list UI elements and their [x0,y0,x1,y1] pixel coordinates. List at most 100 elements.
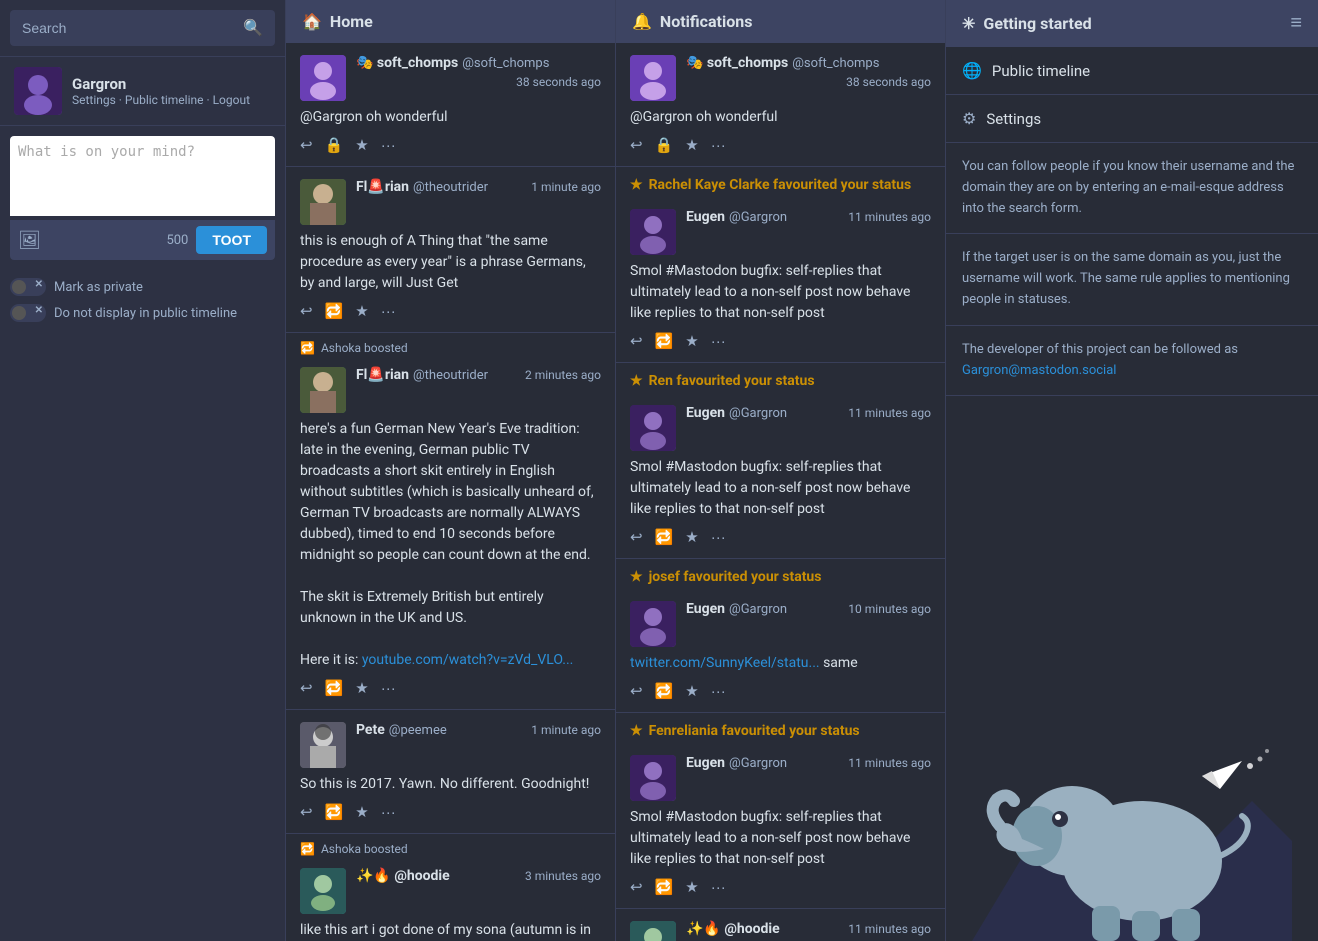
lock-button[interactable]: 🔒 [325,136,344,154]
status-time: 1 minute ago [531,723,601,737]
avatar [300,722,346,768]
compose-textarea[interactable] [10,136,275,216]
reply-button[interactable]: ↩ [630,528,643,546]
home-icon: 🏠 [302,12,322,31]
logout-link[interactable]: Logout [213,93,250,107]
avatar [300,367,346,413]
star-button[interactable]: ★ [685,332,698,350]
search-button[interactable]: 🔍 [243,18,263,38]
star-button[interactable]: ★ [685,878,698,896]
more-button[interactable]: ··· [381,680,396,697]
no-public-toggle[interactable]: ✕ [10,304,46,322]
status-item: Fl🚨rian @theoutrider 2 minutes ago here'… [286,355,615,710]
hamburger-menu-button[interactable]: ≡ [1290,12,1302,35]
notifications-icon: 🔔 [632,12,652,31]
more-button[interactable]: ··· [381,137,396,154]
reply-button[interactable]: ↩ [300,803,313,821]
boost-button[interactable]: 🔁 [325,803,344,821]
more-button[interactable]: ··· [711,879,726,896]
lock-button[interactable]: 🔒 [655,136,674,154]
more-button[interactable]: ··· [711,333,726,350]
user-avatar [14,67,62,115]
status-content: here's a fun German New Year's Eve tradi… [300,419,601,671]
boost-button[interactable]: 🔁 [655,332,674,350]
fav-notification: ★ Fenreliania favourited your status [616,713,945,743]
home-column-header: 🏠 Home [286,0,615,43]
status-meta: Eugen @Gargron 11 minutes ago [686,755,931,771]
display-name: Eugen [686,209,725,225]
status-content: twitter.com/SunnyKeel/statu... same [630,653,931,674]
status-actions: ↩ 🔒 ★ ··· [630,136,931,154]
star-button[interactable]: ★ [355,302,368,320]
star-button[interactable]: ★ [355,136,368,154]
boost-icon: 🔁 [300,341,315,355]
status-content: Smol #Mastodon bugfix: self-replies that… [630,261,931,324]
star-button[interactable]: ★ [685,136,698,154]
notification-item: Eugen @Gargron 11 minutes ago Smol #Mast… [616,393,945,559]
reply-button[interactable]: ↩ [630,878,643,896]
notification-item: Eugen @Gargron 10 minutes ago twitter.co… [616,589,945,713]
star-button[interactable]: ★ [355,803,368,821]
help-text-2: If the target user is on the same domain… [946,234,1318,325]
attach-image-button[interactable]: 🖼 [18,230,41,251]
toot-button[interactable]: TOOT [196,226,267,254]
status-header: ✨🔥 @hoodie 3 minutes ago [300,868,601,914]
settings-nav-item[interactable]: ⚙ Settings [946,95,1318,143]
star-button[interactable]: ★ [685,528,698,546]
display-name: Pete [356,722,385,738]
more-button[interactable]: ··· [381,804,396,821]
char-count: 500 [166,233,188,248]
settings-link[interactable]: Settings [72,93,116,107]
status-time: 2 minutes ago [525,368,601,382]
compose-options: ✕ Mark as private ✕ Do not display in pu… [0,270,285,338]
reply-button[interactable]: ↩ [300,679,313,697]
status-header: Eugen @Gargron 11 minutes ago [630,755,931,801]
fav-label: josef favourited your status [649,569,822,585]
notifications-header: 🔔 Notifications [616,0,945,43]
boost-button[interactable]: 🔁 [325,679,344,697]
boost-button[interactable]: 🔁 [325,302,344,320]
boost-label: 🔁 Ashoka boosted [286,834,615,856]
link[interactable]: youtube.com/watch?v=zVd_VLO... [362,652,574,668]
avatar [300,179,346,225]
reply-button[interactable]: ↩ [300,302,313,320]
mark-private-toggle[interactable]: ✕ [10,278,46,296]
developer-link[interactable]: Gargron@mastodon.social [962,363,1116,378]
handle: @Gargron [729,210,787,225]
more-button[interactable]: ··· [711,137,726,154]
display-name: 🎭 soft_chomps [686,55,788,71]
fav-notification: ★ Ren favourited your status [616,363,945,393]
search-bar: 🔍 [10,10,275,46]
boost-button[interactable]: 🔁 [655,528,674,546]
star-button[interactable]: ★ [685,682,698,700]
more-button[interactable]: ··· [711,529,726,546]
status-name-line: Eugen @Gargron 11 minutes ago [686,755,931,771]
status-time: 11 minutes ago [848,922,931,936]
status-content: Smol #Mastodon bugfix: self-replies that… [630,457,931,520]
status-name-line: Fl🚨rian @theoutrider 1 minute ago [356,179,601,195]
boost-button[interactable]: 🔁 [655,682,674,700]
link[interactable]: twitter.com/SunnyKeel/statu... [630,655,820,671]
reply-button[interactable]: ↩ [300,136,313,154]
reply-button[interactable]: ↩ [630,682,643,700]
status-item: ✨🔥 @hoodie 3 minutes ago like this art i… [286,856,615,941]
status-meta: ✨🔥 @hoodie 3 minutes ago [356,868,601,884]
reply-button[interactable]: ↩ [630,136,643,154]
more-button[interactable]: ··· [381,303,396,320]
boost-button[interactable]: 🔁 [655,878,674,896]
public-timeline-link[interactable]: Public timeline [125,93,204,107]
status-time: 11 minutes ago [848,406,931,420]
display-name: ✨🔥 @hoodie [356,868,450,884]
reply-button[interactable]: ↩ [630,332,643,350]
search-input[interactable] [22,20,243,36]
notification-item: 🎭 soft_chomps @soft_chomps 38 seconds ag… [616,43,945,167]
status-actions: ↩ 🔁 ★ ··· [300,679,601,697]
status-item: Pete @peemee 1 minute ago So this is 201… [286,710,615,834]
avatar [300,55,346,101]
more-button[interactable]: ··· [711,683,726,700]
public-timeline-nav-item[interactable]: 🌐 Public timeline [946,47,1318,95]
handle: @Gargron [729,756,787,771]
home-column-body: 🎭 soft_chomps @soft_chomps 38 seconds ag… [286,43,615,941]
notifications-column: 🔔 Notifications 🎭 soft_chomps @soft_chom… [615,0,945,941]
star-button[interactable]: ★ [355,679,368,697]
